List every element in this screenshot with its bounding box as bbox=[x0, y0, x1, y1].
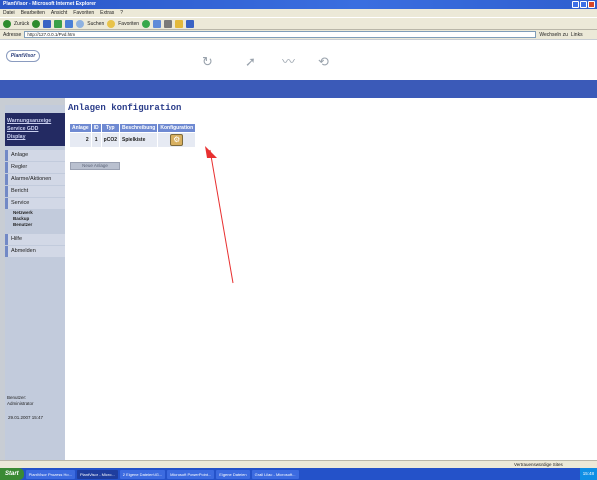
sidebar-item-service[interactable]: Service bbox=[5, 198, 65, 209]
sidebar-item-abmelden[interactable]: Abmelden bbox=[5, 246, 65, 257]
address-bar: Adresse http://127.0.0.1/Pvd.htm Wechsel… bbox=[0, 30, 597, 39]
taskbar-item[interactable]: Eigene Dateien bbox=[216, 469, 250, 479]
annotation-arrow bbox=[205, 146, 234, 284]
quicklink-service-gdd[interactable]: Service GDD bbox=[7, 125, 63, 133]
back-icon[interactable] bbox=[3, 19, 11, 28]
links-button[interactable]: Links bbox=[571, 32, 583, 38]
taskbar-item[interactable]: PlantVisor - Micro... bbox=[76, 469, 118, 479]
sidebar-item-alarme[interactable]: Alarme/Aktionen bbox=[5, 174, 65, 185]
menu-item-help[interactable]: ? bbox=[120, 9, 123, 17]
messenger-icon[interactable] bbox=[186, 19, 195, 28]
taskbar-item[interactable]: Microsoft PowerPoint... bbox=[167, 469, 215, 479]
quicklink-display[interactable]: Display bbox=[7, 133, 63, 141]
sidebar-item-hilfe[interactable]: Hilfe bbox=[5, 234, 65, 245]
sidebar-item-regler[interactable]: Regler bbox=[5, 162, 65, 173]
status-bar: Vertrauenswürdige Sites bbox=[0, 460, 597, 468]
app-banner bbox=[0, 80, 597, 98]
menu-item-favoriten[interactable]: Favoriten bbox=[73, 9, 94, 17]
plantvisor-logo: PlantVisor bbox=[6, 50, 40, 62]
refresh-cycle-icon[interactable]: ↻ bbox=[202, 55, 213, 68]
pointer-icon[interactable]: ➚ bbox=[245, 55, 256, 68]
user-name: Administrator bbox=[7, 401, 34, 406]
favorites-label[interactable]: Favoriten bbox=[118, 21, 139, 27]
sidebar-nav: Anlage Regler Alarme/Aktionen Bericht Se… bbox=[5, 150, 65, 258]
address-label: Adresse bbox=[3, 31, 22, 38]
media-icon[interactable] bbox=[142, 19, 151, 28]
quicklink-warnungsanzeige[interactable]: Warnungsanzeige bbox=[7, 117, 63, 125]
minimize-button[interactable] bbox=[572, 1, 579, 8]
window-title: PlantVisor - Microsoft Internet Explorer bbox=[3, 1, 96, 7]
taskbar-item[interactable]: 2 Eigene Dateien\IG... bbox=[119, 469, 166, 479]
system-tray-clock: 15:48 bbox=[579, 468, 597, 480]
menu-item-bearbeiten[interactable]: Bearbeiten bbox=[21, 9, 45, 17]
close-button[interactable] bbox=[588, 1, 595, 8]
mail-icon[interactable] bbox=[153, 19, 162, 28]
print-icon[interactable] bbox=[164, 19, 173, 28]
search-label[interactable]: Suchen bbox=[87, 21, 104, 27]
taskbar-item[interactable]: Grall Lilac - Microsoft... bbox=[251, 469, 299, 479]
sidebar-item-bericht[interactable]: Bericht bbox=[5, 186, 65, 197]
menu-item-extras[interactable]: Extras bbox=[100, 9, 114, 17]
go-button[interactable]: Wechseln zu bbox=[539, 32, 568, 38]
security-zone: Vertrauenswürdige Sites bbox=[514, 462, 563, 467]
menu-item-datei[interactable]: Datei bbox=[3, 9, 15, 17]
history-icon[interactable]: ⟲ bbox=[318, 55, 329, 68]
app-header: PlantVisor ↻ ➚ 〰 ⟲ bbox=[0, 40, 597, 80]
stop-icon[interactable] bbox=[43, 19, 52, 28]
window-title-bar: PlantVisor - Microsoft Internet Explorer bbox=[0, 0, 597, 9]
start-button[interactable]: Start bbox=[0, 468, 24, 480]
quicklinks-panel: Warnungsanzeige Service GDD Display bbox=[5, 113, 65, 146]
favorites-icon[interactable] bbox=[107, 19, 116, 28]
folder-icon[interactable] bbox=[175, 19, 184, 28]
taskbar-item[interactable]: PlantVisor Prozess Ho... bbox=[25, 469, 75, 479]
refresh-icon[interactable] bbox=[54, 19, 63, 28]
forward-icon[interactable] bbox=[32, 19, 41, 28]
home-icon[interactable] bbox=[65, 19, 74, 28]
taskbar: Start PlantVisor Prozess Ho... PlantViso… bbox=[0, 468, 597, 480]
trend-chart-icon[interactable]: 〰 bbox=[282, 55, 295, 68]
menu-bar: Datei Bearbeiten Ansicht Favoriten Extra… bbox=[0, 9, 597, 17]
sidebar-item-anlage[interactable]: Anlage bbox=[5, 150, 65, 161]
search-icon[interactable] bbox=[76, 19, 85, 28]
menu-item-ansicht[interactable]: Ansicht bbox=[51, 9, 67, 17]
session-datetime: 29.01.2007 15:47 bbox=[8, 415, 44, 420]
browser-toolbar: Zurück Suchen Favoriten bbox=[0, 17, 597, 30]
sidebar: Warnungsanzeige Service GDD Display Anla… bbox=[5, 105, 65, 460]
back-label[interactable]: Zurück bbox=[14, 21, 29, 27]
user-info: Benutzer: Administrator bbox=[7, 395, 34, 407]
address-input[interactable]: http://127.0.0.1/Pvd.htm bbox=[24, 31, 537, 38]
main-content: Anlagen konfiguration Anlage ID Typ Besc… bbox=[65, 98, 597, 460]
maximize-button[interactable] bbox=[580, 1, 587, 8]
